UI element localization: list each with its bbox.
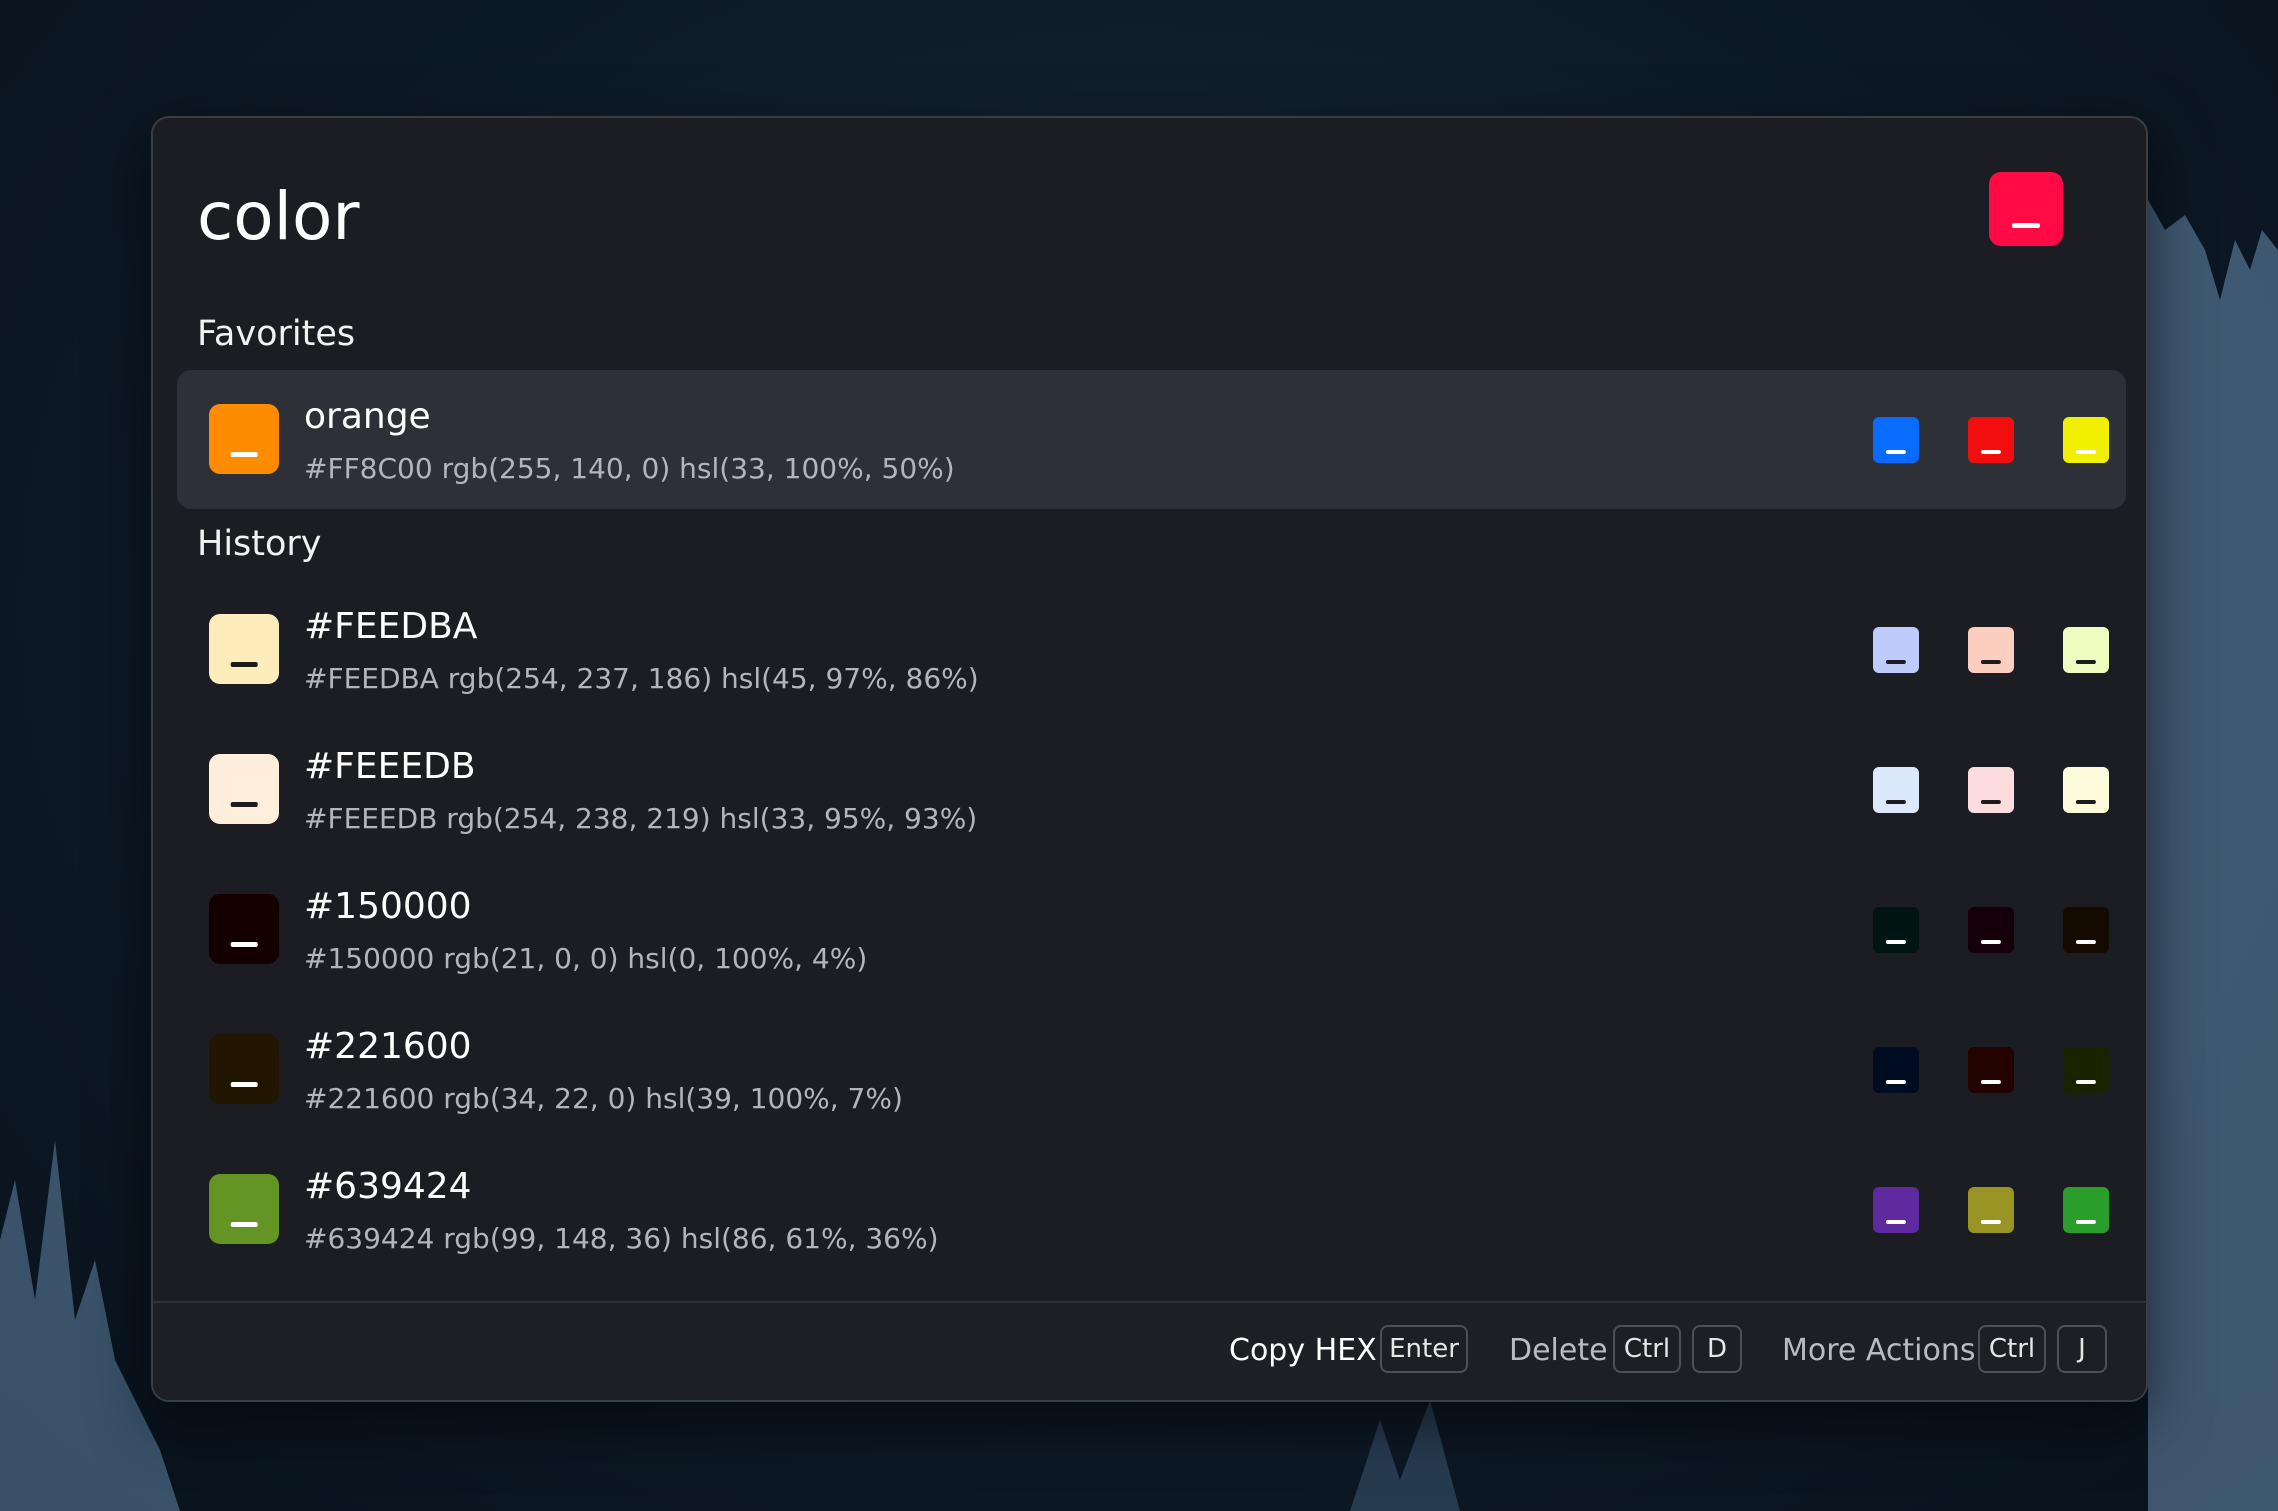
history-item[interactable]: #FEEEDB #FEEEDB rgb(254, 238, 219) hsl(3…: [177, 720, 2126, 859]
color-swatch: [209, 894, 279, 964]
d-key-hint: D: [1692, 1325, 1742, 1373]
swatch-bar-icon: [1980, 1079, 2002, 1084]
enter-key-hint: Enter: [1380, 1325, 1468, 1373]
swatch-bar-icon: [1980, 799, 2002, 804]
swatch-bar-icon: [1885, 659, 1907, 664]
color-swatch: [209, 404, 279, 474]
swatch-bar-icon: [1980, 939, 2002, 944]
related-color-swatch[interactable]: [1968, 907, 2014, 953]
swatch-bar-icon: [1980, 659, 2002, 664]
color-details: #FEEDBA rgb(254, 237, 186) hsl(45, 97%, …: [304, 662, 979, 695]
swatch-bar-icon: [1885, 1079, 1907, 1084]
color-details: #FF8C00 rgb(255, 140, 0) hsl(33, 100%, 5…: [304, 452, 955, 485]
related-color-swatch[interactable]: [1873, 767, 1919, 813]
j-key-hint: J: [2057, 1325, 2107, 1373]
color-swatch: [209, 1034, 279, 1104]
related-color-swatch[interactable]: [2063, 907, 2109, 953]
related-color-swatch[interactable]: [1873, 907, 1919, 953]
more-actions-action[interactable]: More Actions: [1782, 1333, 1976, 1368]
color-name: #639424: [304, 1166, 472, 1207]
swatch-bar-icon: [230, 1082, 258, 1088]
color-name: #FEEEDB: [304, 746, 476, 787]
related-color-swatch[interactable]: [2063, 1047, 2109, 1093]
swatch-bar-icon: [230, 662, 258, 668]
swatch-bar-icon: [2075, 1219, 2097, 1224]
swatch-bar-icon: [230, 802, 258, 808]
color-details: #221600 rgb(34, 22, 0) hsl(39, 100%, 7%): [304, 1082, 903, 1115]
related-color-swatch[interactable]: [2063, 767, 2109, 813]
swatch-bar-icon: [1980, 1219, 2002, 1224]
swatch-bar-icon: [2075, 799, 2097, 804]
color-details: #FEEEDB rgb(254, 238, 219) hsl(33, 95%, …: [304, 802, 978, 835]
color-details: #150000 rgb(21, 0, 0) hsl(0, 100%, 4%): [304, 942, 868, 975]
related-color-swatch[interactable]: [1968, 627, 2014, 673]
history-item[interactable]: #150000 #150000 rgb(21, 0, 0) hsl(0, 100…: [177, 860, 2126, 999]
ctrl-key-hint: Ctrl: [1978, 1325, 2046, 1373]
color-swatch: [209, 1174, 279, 1244]
related-color-swatch[interactable]: [1873, 417, 1919, 463]
history-item[interactable]: #639424 #639424 rgb(99, 148, 36) hsl(86,…: [177, 1140, 2126, 1279]
wallpaper-peaks-right: [2148, 200, 2278, 1511]
current-color-swatch[interactable]: [1989, 172, 2063, 246]
history-item[interactable]: #FEEDBA #FEEDBA rgb(254, 237, 186) hsl(4…: [177, 580, 2126, 719]
color-name: orange: [304, 396, 431, 437]
color-name: #221600: [304, 1026, 472, 1067]
favorite-item[interactable]: orange #FF8C00 rgb(255, 140, 0) hsl(33, …: [177, 370, 2126, 509]
swatch-bar-icon: [230, 1222, 258, 1228]
swatch-bar-icon: [2011, 223, 2041, 229]
related-color-swatch[interactable]: [1968, 417, 2014, 463]
swatch-bar-icon: [1885, 449, 1907, 454]
related-color-swatch[interactable]: [1873, 627, 1919, 673]
history-item[interactable]: #221600 #221600 rgb(34, 22, 0) hsl(39, 1…: [177, 1000, 2126, 1139]
color-details: #639424 rgb(99, 148, 36) hsl(86, 61%, 36…: [304, 1222, 939, 1255]
related-color-swatch[interactable]: [2063, 627, 2109, 673]
related-color-swatch[interactable]: [1873, 1187, 1919, 1233]
action-bar: Copy HEX Enter Delete Ctrl D More Action…: [153, 1301, 2146, 1400]
related-color-swatch[interactable]: [1873, 1047, 1919, 1093]
swatch-bar-icon: [230, 942, 258, 948]
swatch-bar-icon: [2075, 449, 2097, 454]
color-name: #150000: [304, 886, 472, 927]
wallpaper-peaks-bottom: [1350, 1400, 1460, 1511]
delete-action[interactable]: Delete: [1509, 1333, 1608, 1368]
ctrl-key-hint: Ctrl: [1613, 1325, 1681, 1373]
color-picker-window: Favorites orange #FF8C00 rgb(255, 140, 0…: [151, 116, 2148, 1402]
swatch-bar-icon: [1885, 939, 1907, 944]
search-bar: [153, 118, 2146, 308]
color-name: #FEEDBA: [304, 606, 478, 647]
copy-hex-action[interactable]: Copy HEX: [1229, 1333, 1377, 1368]
swatch-bar-icon: [1885, 799, 1907, 804]
color-swatch: [209, 754, 279, 824]
swatch-bar-icon: [2075, 659, 2097, 664]
related-color-swatch[interactable]: [1968, 1047, 2014, 1093]
swatch-bar-icon: [2075, 1079, 2097, 1084]
swatch-bar-icon: [1885, 1219, 1907, 1224]
swatch-bar-icon: [230, 452, 258, 458]
swatch-bar-icon: [1980, 449, 2002, 454]
related-color-swatch[interactable]: [1968, 767, 2014, 813]
related-color-swatch[interactable]: [2063, 1187, 2109, 1233]
related-color-swatch[interactable]: [2063, 417, 2109, 463]
color-swatch: [209, 614, 279, 684]
favorites-section-title: Favorites: [197, 314, 356, 354]
swatch-bar-icon: [2075, 939, 2097, 944]
history-section-title: History: [197, 524, 322, 564]
related-color-swatch[interactable]: [1968, 1187, 2014, 1233]
search-input[interactable]: [197, 166, 1897, 266]
